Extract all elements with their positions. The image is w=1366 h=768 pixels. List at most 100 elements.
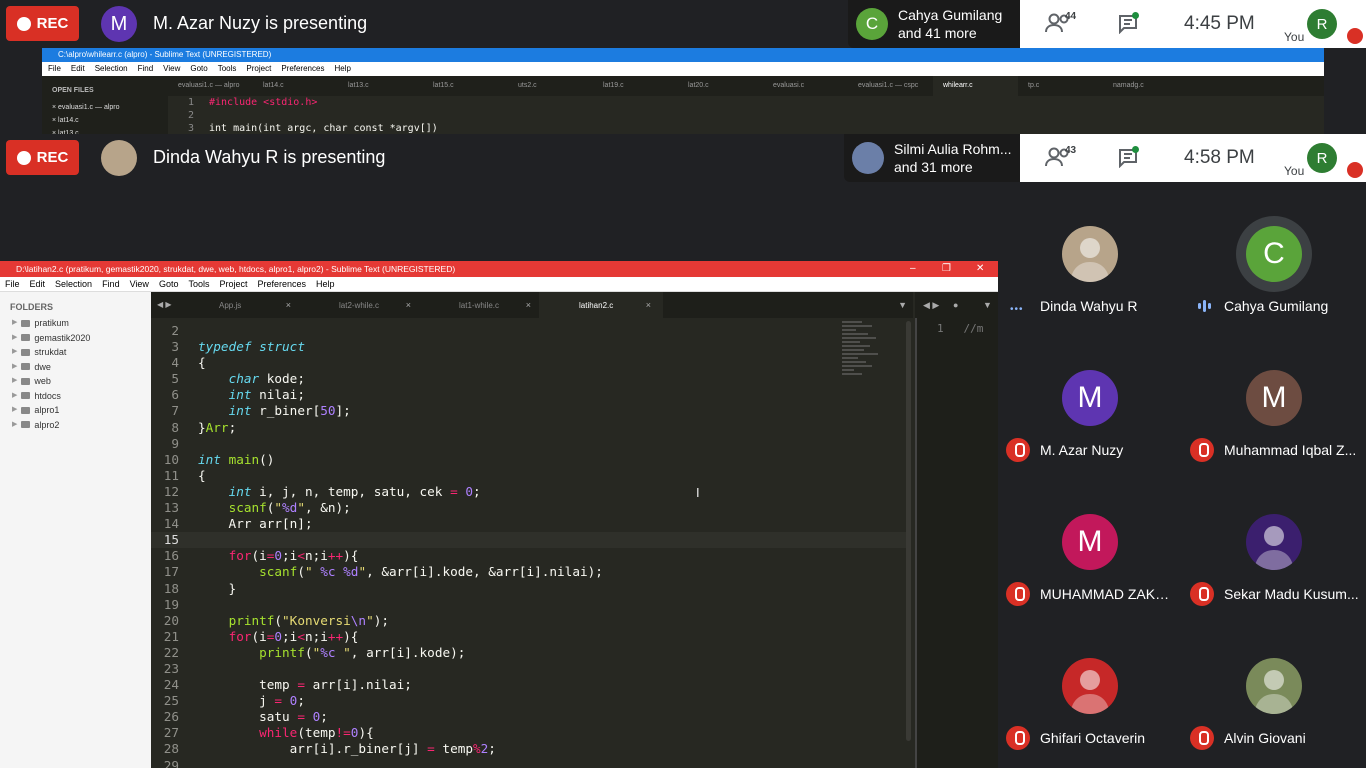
editor-tab[interactable]: whilearr.c	[933, 76, 1018, 96]
participant-tile[interactable]: Alvin Giovani	[1182, 614, 1366, 758]
menu-item-tools[interactable]: Tools	[188, 277, 209, 291]
folder-item[interactable]: ▶ dwe	[10, 360, 141, 375]
menu-item-find[interactable]: Find	[102, 277, 120, 291]
menu-item-goto[interactable]: Goto	[190, 62, 207, 76]
folder-item[interactable]: ▶ web	[10, 374, 141, 389]
pane-dropdown-icon[interactable]: ▼	[983, 300, 992, 310]
editor-tab[interactable]: lat2-while.c ×	[299, 292, 423, 318]
expand-arrow-icon[interactable]: ▶	[12, 345, 17, 360]
editor-tab[interactable]: latihan2.c ×	[539, 292, 663, 318]
menu-item-project[interactable]: Project	[246, 62, 271, 76]
expand-arrow-icon[interactable]: ▶	[12, 316, 17, 331]
tab-close-icon[interactable]: ×	[286, 300, 291, 310]
menu-item-file[interactable]: File	[5, 277, 20, 291]
menu-item-goto[interactable]: Goto	[159, 277, 179, 291]
self-avatar[interactable]: R	[1307, 9, 1337, 39]
expand-arrow-icon[interactable]: ▶	[12, 374, 17, 389]
participant-tile[interactable]: C Cahya Gumilang	[1182, 182, 1366, 326]
open-file-item[interactable]: × evaluasi1.c — alpro	[52, 101, 158, 114]
participant-tile[interactable]: M Muhammad Iqbal Z...	[1182, 326, 1366, 470]
join-notification[interactable]: C Cahya Gumilang and 41 more	[848, 0, 1020, 48]
expand-arrow-icon[interactable]: ▶	[12, 360, 17, 375]
pane-dirty-dot-icon[interactable]: ●	[953, 300, 958, 310]
tab-close-icon[interactable]: ×	[646, 300, 651, 310]
participant-tile[interactable]: ••• Dinda Wahyu R	[998, 182, 1182, 326]
menu-item-edit[interactable]: Edit	[71, 62, 85, 76]
clock: 4:58 PM	[1184, 147, 1255, 168]
right-pane[interactable]: 1 //m	[915, 318, 998, 768]
code-line: 14 Arr arr[n];	[151, 516, 907, 532]
menu-item-selection[interactable]: Selection	[55, 277, 92, 291]
editor-tab[interactable]: lat20.c	[678, 76, 763, 96]
participants-grid: ••• Dinda Wahyu R C Cahya Gumilang M M. Azar …	[998, 182, 1366, 768]
editor-tab[interactable]: evaluasi1.c — alpro	[168, 76, 253, 96]
menu-item-project[interactable]: Project	[219, 277, 247, 291]
minimap[interactable]	[842, 321, 882, 401]
participant-avatar: M	[1062, 370, 1118, 426]
folder-item[interactable]: ▶ gemastik2020	[10, 331, 141, 346]
menu-item-help[interactable]: Help	[316, 277, 335, 291]
code-line: 7 int r_biner[50];	[151, 403, 907, 419]
menu-item-help[interactable]: Help	[334, 62, 350, 76]
mic-off-icon	[1190, 438, 1214, 462]
menu-item-edit[interactable]: Edit	[30, 277, 46, 291]
line-number: 29	[163, 757, 179, 768]
editor-tab[interactable]: lat1-while.c ×	[419, 292, 543, 318]
join-name: Silmi Aulia Rohm...	[894, 141, 1012, 157]
editor-tab[interactable]: lat14.c	[253, 76, 338, 96]
editor-tab[interactable]: uts2.c	[508, 76, 593, 96]
menu-item-view[interactable]: View	[163, 62, 180, 76]
minimize-icon[interactable]: –	[910, 261, 916, 277]
editor-tab[interactable]: evaluasi.c	[763, 76, 848, 96]
folder-item[interactable]: ▶ strukdat	[10, 345, 141, 360]
editor-tab[interactable]: evaluasi1.c — cspc	[848, 76, 933, 96]
code-editor[interactable]: 2 3 typedef struct 4{5 char kode; 6 int nila…	[151, 318, 907, 768]
folder-item[interactable]: ▶ alpro1	[10, 403, 141, 418]
code-line: 23	[151, 661, 907, 677]
editor-tab[interactable]: namadg.c	[1103, 76, 1188, 96]
folder-item[interactable]: ▶ htdocs	[10, 389, 141, 404]
participant-tile[interactable]: Ghifari Octaverin	[998, 614, 1182, 758]
line-number: 5	[171, 371, 179, 387]
menu-item-find[interactable]: Find	[138, 62, 154, 76]
code-line: 10 int main()	[151, 452, 907, 468]
editor-tab[interactable]: lat19.c	[593, 76, 678, 96]
expand-arrow-icon[interactable]: ▶	[12, 418, 17, 433]
tab-close-icon[interactable]: ×	[406, 300, 411, 310]
menu-item-preferences[interactable]: Preferences	[281, 62, 324, 76]
code-line: 2	[168, 109, 1324, 122]
join-notification[interactable]: Silmi Aulia Rohm... and 31 more	[844, 134, 1020, 182]
expand-arrow-icon[interactable]: ▶	[12, 403, 17, 418]
participant-tile[interactable]: M MUHAMMAD ZAKA...	[998, 470, 1182, 614]
folder-item[interactable]: ▶ alpro2	[10, 418, 141, 433]
folder-label: strukdat	[34, 347, 67, 357]
expand-arrow-icon[interactable]: ▶	[12, 389, 17, 404]
sublime-top-menubar: File Edit Selection Find View Goto Tools Projec…	[42, 62, 1324, 76]
tab-close-icon[interactable]: ×	[526, 300, 531, 310]
editor-tab[interactable]: App.js ×	[179, 292, 303, 318]
maximize-icon[interactable]: ❐	[942, 261, 951, 277]
tab-nav-arrows-icon[interactable]: ◀ ▶	[157, 300, 172, 309]
line-number: 10	[163, 451, 179, 467]
open-file-item[interactable]: × lat14.c	[52, 114, 158, 127]
sublime-top-tabs: evaluasi1.c — alpro lat14.c lat13.c lat15.c…	[168, 76, 1324, 96]
expand-arrow-icon[interactable]: ▶	[12, 331, 17, 346]
folder-item[interactable]: ▶ pratikum	[10, 316, 141, 331]
self-avatar[interactable]: R	[1307, 143, 1337, 173]
menu-item-file[interactable]: File	[48, 62, 61, 76]
editor-tab[interactable]: tp.c	[1018, 76, 1103, 96]
editor-tab[interactable]: lat15.c	[423, 76, 508, 96]
open-file-item[interactable]: × lat13.c	[52, 127, 158, 134]
menu-item-preferences[interactable]: Preferences	[257, 277, 306, 291]
close-icon[interactable]: ✕	[976, 261, 984, 277]
tab-dropdown-icon[interactable]: ▼	[898, 300, 907, 310]
menu-item-tools[interactable]: Tools	[218, 62, 237, 76]
participant-tile[interactable]: Sekar Madu Kusum...	[1182, 470, 1366, 614]
menu-item-selection[interactable]: Selection	[95, 62, 128, 76]
menu-item-view[interactable]: View	[130, 277, 149, 291]
participant-tile[interactable]: M M. Azar Nuzy	[998, 326, 1182, 470]
presenting-text: M. Azar Nuzy is presenting	[153, 13, 368, 33]
editor-tab[interactable]: lat13.c	[338, 76, 423, 96]
editor-scrollbar[interactable]	[906, 321, 911, 741]
pane-nav-icon[interactable]: ◀ ▶	[923, 300, 939, 311]
